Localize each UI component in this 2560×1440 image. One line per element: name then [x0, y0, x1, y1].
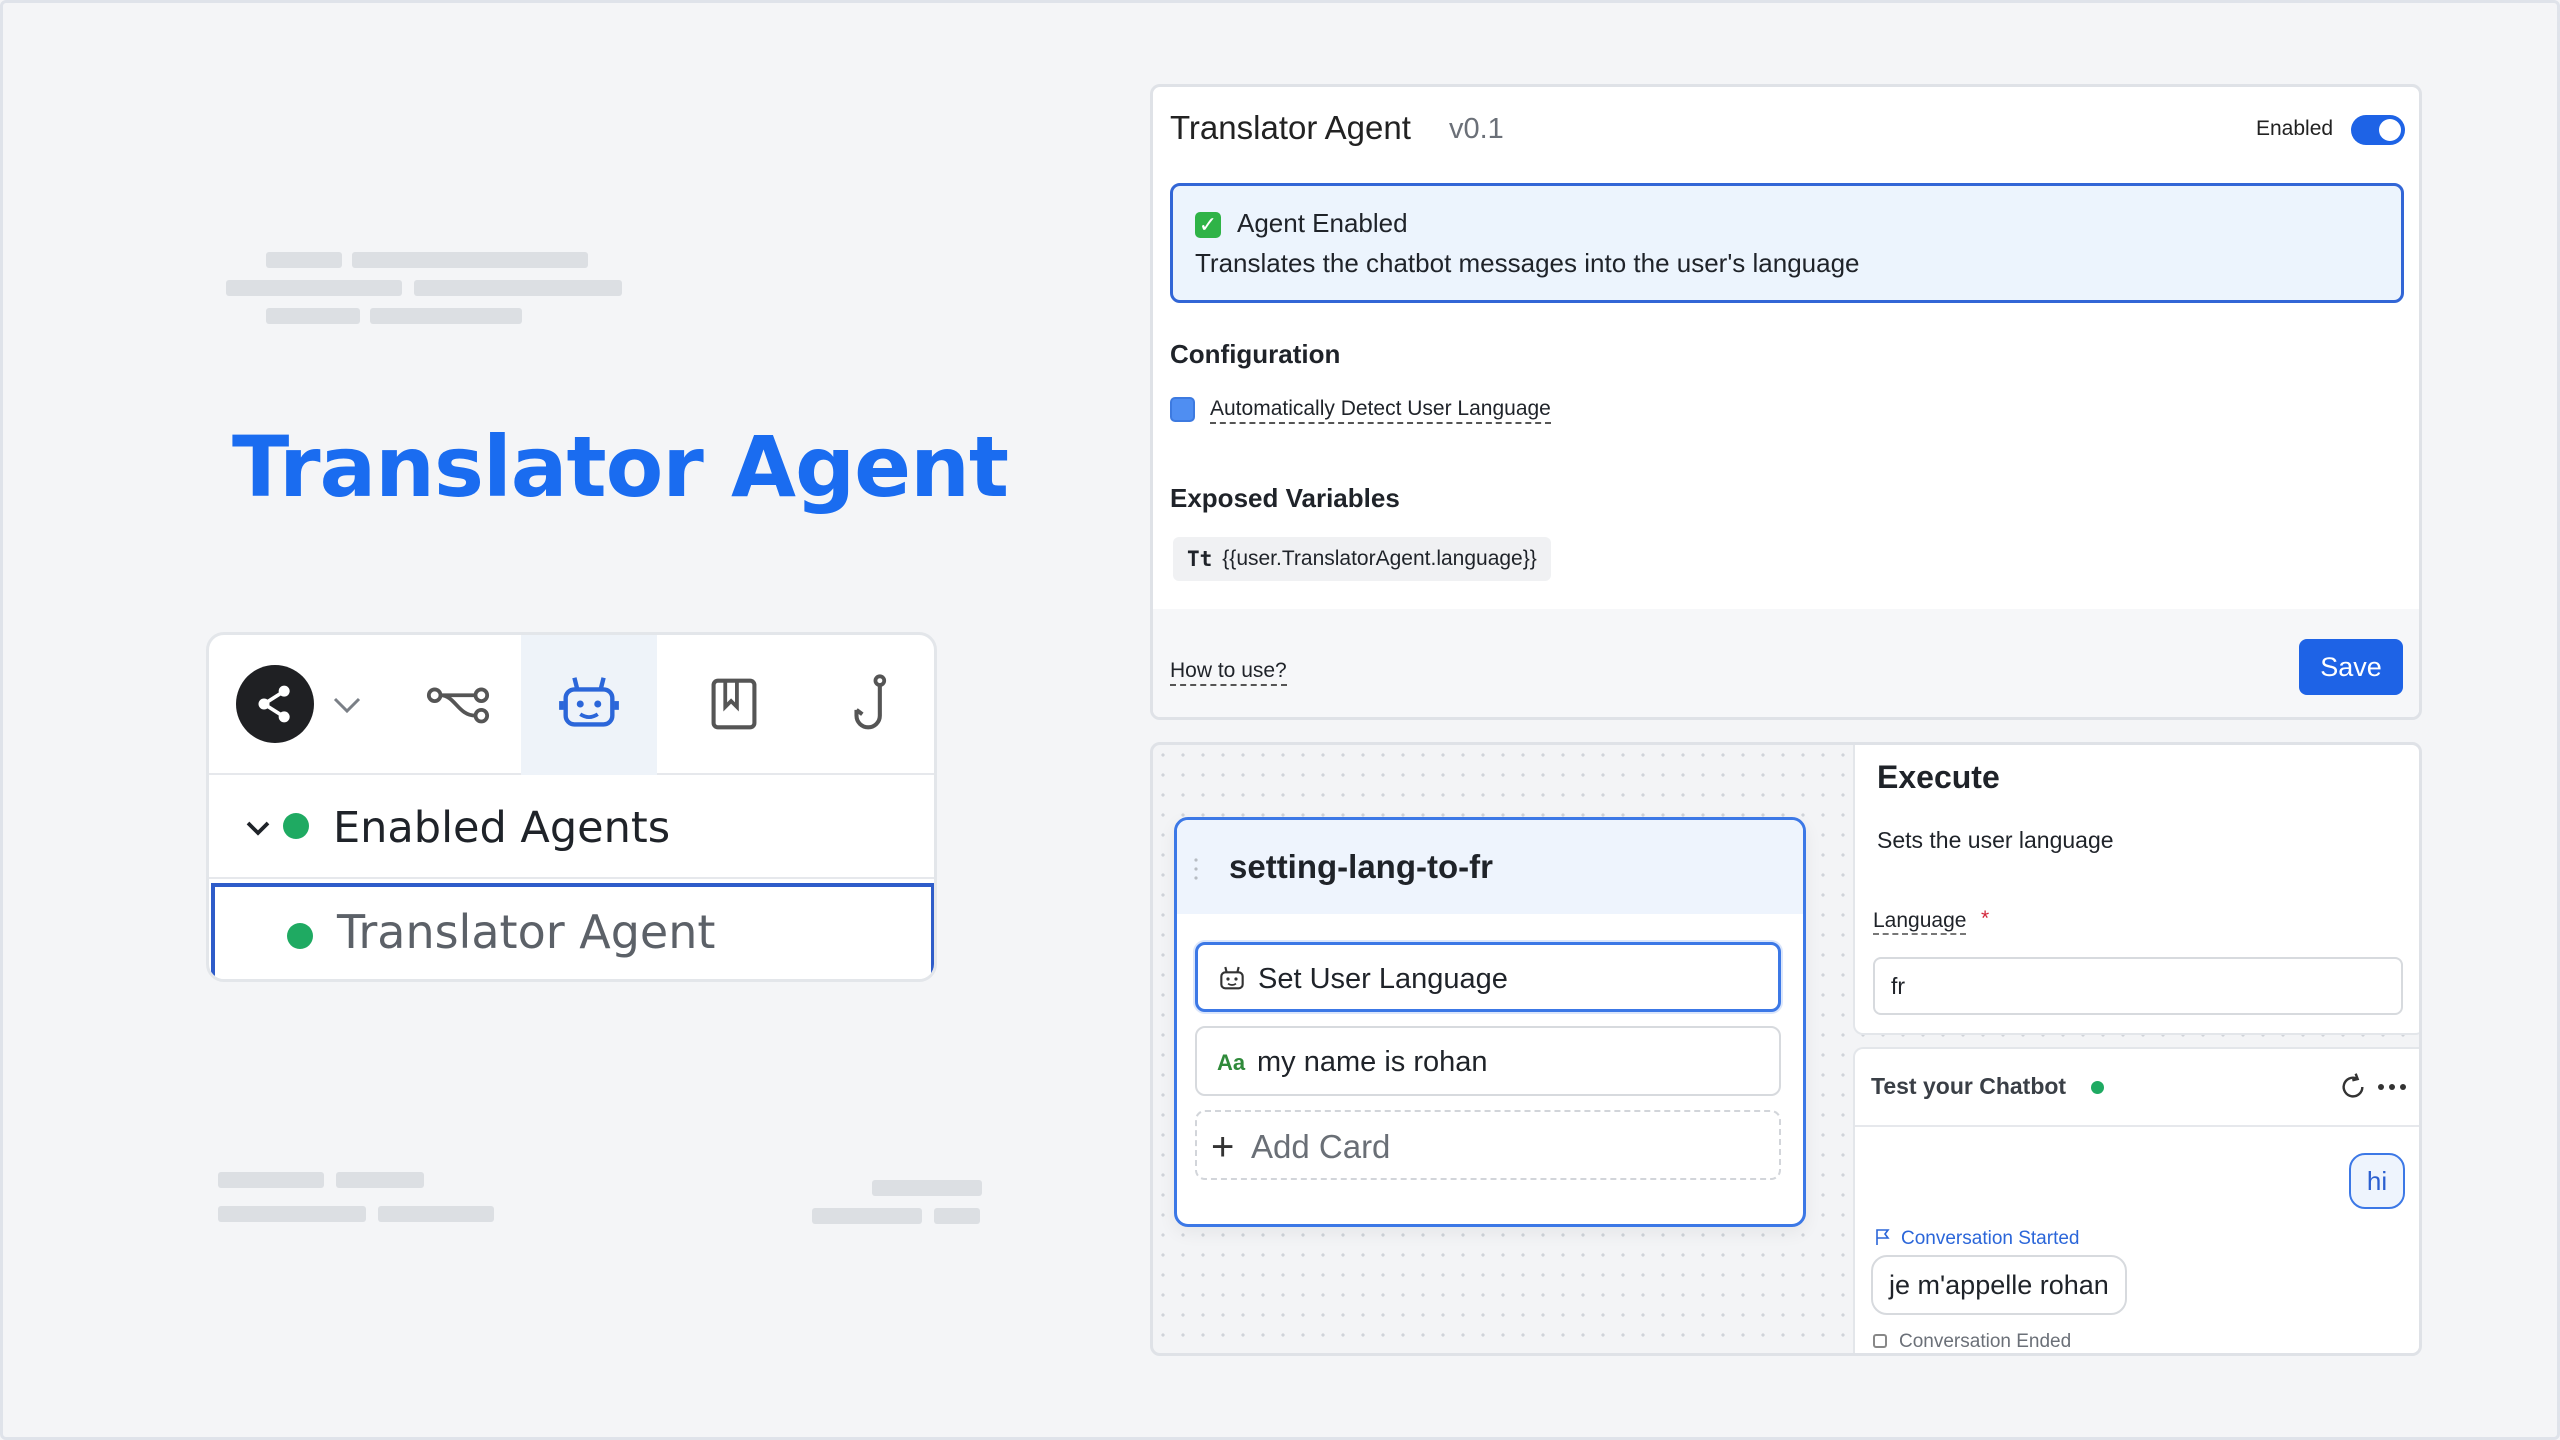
agent-config-panel: Translator Agent v0.1 Enabled ✓ Agent En… — [1150, 84, 2422, 720]
status-description: Translates the chatbot messages into the… — [1195, 248, 1860, 278]
nav-toolbar — [209, 635, 934, 775]
configuration-heading: Configuration — [1170, 339, 1341, 369]
plus-icon: + — [1211, 1125, 1235, 1169]
workflow-canvas[interactable]: setting-lang-to-fr Set User Language Aa … — [1150, 742, 2422, 1356]
conversation-started-marker: Conversation Started — [1873, 1227, 2080, 1250]
placeholder-bar — [370, 308, 522, 324]
placeholder-bar — [226, 280, 402, 296]
execute-title: Execute — [1877, 759, 2000, 795]
how-to-use-link[interactable]: How to use? — [1170, 659, 1287, 686]
text-icon: Aa — [1217, 1050, 1246, 1075]
enabled-toggle[interactable] — [2351, 115, 2405, 145]
share-button[interactable] — [236, 665, 314, 743]
card-label: my name is rohan — [1257, 1046, 1488, 1078]
workflow-icon[interactable] — [423, 669, 493, 739]
user-message-bubble: hi — [2349, 1153, 2405, 1209]
status-title: Agent Enabled — [1237, 208, 1408, 238]
variable-chip[interactable]: Tt {{user.TranslatorAgent.language}} — [1173, 537, 1551, 581]
bot-message-bubble: je m'appelle rohan — [1871, 1255, 2127, 1315]
agent-list-item-label: Translator Agent — [337, 905, 716, 959]
check-icon: ✓ — [1195, 212, 1221, 238]
placeholder-bar — [336, 1172, 424, 1188]
robot-icon[interactable] — [554, 669, 624, 739]
add-card-button[interactable]: + Add Card — [1195, 1110, 1781, 1180]
test-chatbot-panel: Test your Chatbot hi Conversation Starte… — [1853, 1047, 2419, 1353]
enabled-agents-section[interactable]: Enabled Agents — [209, 775, 934, 879]
placeholder-bar — [812, 1208, 922, 1224]
placeholder-bar — [414, 280, 622, 296]
chevron-down-icon[interactable] — [329, 687, 365, 723]
robot-icon — [1220, 966, 1244, 990]
agent-status-banner: ✓ Agent Enabled Translates the chatbot m… — [1170, 183, 2404, 303]
placeholder-bar — [266, 308, 360, 324]
placeholder-bar — [872, 1180, 982, 1196]
set-user-language-card[interactable]: Set User Language — [1195, 942, 1781, 1012]
online-status-dot — [2091, 1081, 2104, 1094]
placeholder-bar — [352, 252, 588, 268]
placeholder-bar — [218, 1206, 366, 1222]
flow-node[interactable]: setting-lang-to-fr Set User Language Aa … — [1174, 817, 1806, 1227]
save-button[interactable]: Save — [2299, 639, 2403, 695]
drag-handle-icon[interactable] — [1191, 856, 1201, 882]
language-input[interactable]: fr — [1873, 957, 2403, 1015]
panel-footer: How to use? Save — [1153, 609, 2419, 717]
node-title: setting-lang-to-fr — [1229, 848, 1493, 885]
agents-nav-card: Enabled Agents Translator Agent — [206, 632, 937, 982]
stop-icon — [1873, 1334, 1887, 1348]
panel-title: Translator Agent — [1170, 109, 1411, 146]
conversation-started-label: Conversation Started — [1901, 1228, 2080, 1249]
placeholder-bar — [378, 1206, 494, 1222]
chevron-down-icon[interactable] — [243, 813, 273, 843]
chat-header: Test your Chatbot — [1855, 1049, 2419, 1127]
execute-description: Sets the user language — [1877, 827, 2114, 853]
exposed-variables-heading: Exposed Variables — [1170, 483, 1400, 513]
required-mark: * — [1981, 907, 1990, 930]
text-message-card[interactable]: Aa my name is rohan — [1195, 1026, 1781, 1096]
section-label: Enabled Agents — [333, 803, 671, 853]
node-header: setting-lang-to-fr — [1177, 820, 1803, 914]
text-type-icon: Tt — [1187, 547, 1213, 571]
hook-icon[interactable] — [839, 669, 909, 739]
auto-detect-label[interactable]: Automatically Detect User Language — [1210, 397, 1551, 424]
status-dot — [283, 813, 309, 839]
placeholder-bar — [218, 1172, 324, 1188]
book-icon[interactable] — [699, 669, 769, 739]
conversation-ended-label: Conversation Ended — [1899, 1331, 2072, 1352]
placeholder-bar — [934, 1208, 980, 1224]
share-icon — [258, 685, 290, 723]
variable-name: {{user.TranslatorAgent.language}} — [1222, 547, 1537, 570]
chat-title: Test your Chatbot — [1871, 1073, 2067, 1099]
flag-icon — [1876, 1229, 1890, 1245]
execute-panel: Execute Sets the user language Language … — [1853, 745, 2419, 1035]
status-dot — [287, 923, 313, 949]
enabled-label: Enabled — [2256, 117, 2334, 140]
refresh-icon[interactable] — [2337, 1071, 2369, 1103]
agent-list-item[interactable]: Translator Agent — [211, 883, 934, 979]
placeholder-bar — [266, 252, 342, 268]
conversation-ended-marker: Conversation Ended — [1873, 1331, 2071, 1353]
hero-title: Translator Agent — [232, 418, 1009, 516]
version-label: v0.1 — [1449, 113, 1504, 145]
more-options-icon[interactable] — [2375, 1075, 2409, 1099]
language-field-label: Language — [1873, 909, 1967, 935]
add-card-label: Add Card — [1251, 1128, 1391, 1165]
auto-detect-checkbox[interactable] — [1170, 397, 1195, 422]
card-label: Set User Language — [1258, 963, 1508, 995]
